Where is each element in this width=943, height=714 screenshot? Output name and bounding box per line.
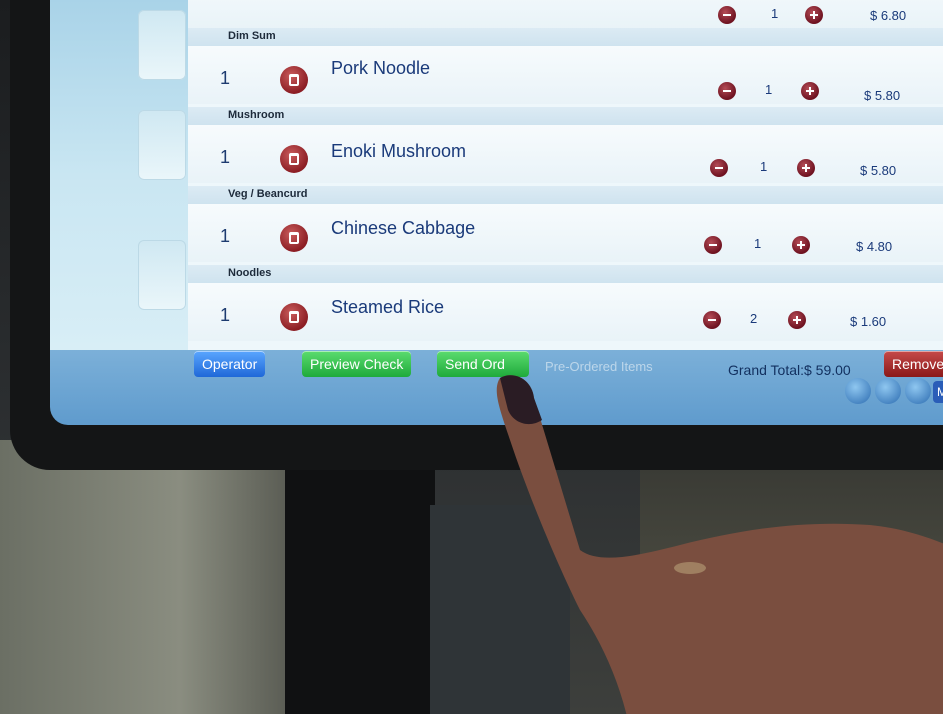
trash-icon[interactable]: [280, 224, 308, 252]
item-quantity: 1: [765, 82, 773, 97]
photo-scene: 1 $ 6.80 Dim Sum 1 Pork Noodle 1 $ 5.80 …: [0, 0, 943, 714]
minus-circle-icon[interactable]: [718, 6, 736, 24]
category-label: Veg / Beancurd: [228, 188, 308, 200]
order-list: 1 $ 6.80 Dim Sum 1 Pork Noodle 1 $ 5.80 …: [188, 0, 943, 350]
category-header: Mushroom: [188, 107, 943, 125]
category-label: Dim Sum: [228, 30, 276, 42]
item-price: $ 6.80: [870, 8, 907, 23]
order-quantity: 1: [220, 226, 231, 246]
table-row: 1 Steamed Rice 2 $ 1.60: [188, 283, 943, 341]
table-row: 1 Enoki Mushroom 1 $ 5.80: [188, 125, 943, 183]
kiosk-stand: [285, 470, 435, 714]
item-name: Chinese Cabbage: [331, 218, 476, 238]
plus-circle-icon[interactable]: [788, 311, 806, 329]
order-quantity: 1: [220, 305, 231, 325]
category-header: Noodles: [188, 265, 943, 283]
item-quantity: 1: [771, 6, 779, 21]
plus-circle-icon[interactable]: [792, 236, 810, 254]
category-header: Dim Sum: [188, 28, 943, 46]
menu-category-rail: [50, 0, 190, 350]
item-price: $ 4.80: [856, 239, 893, 254]
minus-circle-icon[interactable]: [718, 82, 736, 100]
item-price: $ 5.80: [860, 163, 897, 178]
category-label: Noodles: [228, 267, 272, 279]
trash-icon[interactable]: [280, 303, 308, 331]
item-quantity: 1: [760, 159, 768, 174]
category-thumbnail[interactable]: [138, 240, 186, 310]
trash-icon[interactable]: [280, 145, 308, 173]
item-price: $ 5.80: [864, 88, 901, 103]
minus-circle-icon[interactable]: [710, 159, 728, 177]
category-header: Veg / Beancurd: [188, 186, 943, 204]
category-label: Mushroom: [228, 109, 285, 121]
table-row: 1 $ 6.80: [188, 0, 943, 28]
pointing-hand: [496, 375, 943, 714]
item-name: Pork Noodle: [331, 58, 431, 78]
order-quantity: 1: [220, 68, 231, 88]
item-price: $ 1.60: [850, 314, 887, 329]
minus-circle-icon[interactable]: [703, 311, 721, 329]
operator-button[interactable]: Operator: [194, 351, 266, 377]
category-thumbnail[interactable]: [138, 10, 186, 80]
plus-circle-icon[interactable]: [797, 159, 815, 177]
order-quantity: 1: [220, 147, 231, 167]
item-quantity: 2: [750, 311, 758, 326]
trash-icon[interactable]: [280, 66, 308, 94]
background-wall: [0, 440, 300, 714]
table-row: 1 Chinese Cabbage 1 $ 4.80: [188, 204, 943, 262]
plus-circle-icon[interactable]: [805, 6, 823, 24]
table-row: 1 Pork Noodle 1 $ 5.80: [188, 46, 943, 104]
category-thumbnail[interactable]: [138, 110, 186, 180]
minus-circle-icon[interactable]: [704, 236, 722, 254]
item-name: Enoki Mushroom: [331, 141, 467, 161]
preview-check-button[interactable]: Preview Check: [302, 351, 412, 377]
item-quantity: 1: [754, 236, 762, 251]
item-name: Steamed Rice: [331, 297, 445, 317]
plus-circle-icon[interactable]: [801, 82, 819, 100]
